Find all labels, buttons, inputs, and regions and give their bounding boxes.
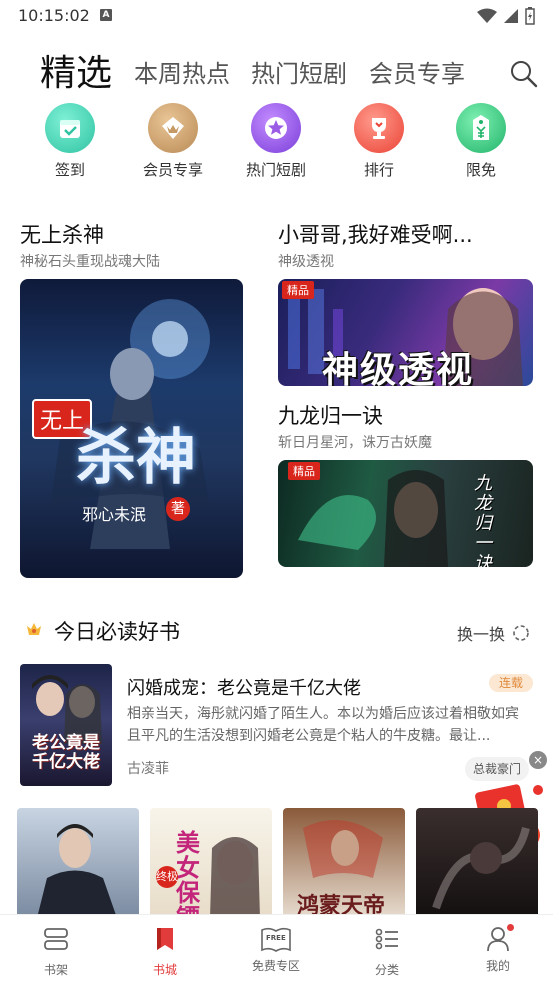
category-label: 排行 [363, 161, 394, 179]
cover-title: 杀神 [76, 423, 196, 493]
cover-author: 邪心未泯 [82, 505, 147, 524]
cover-title: 美女保镖 [176, 828, 200, 918]
trophy-icon [354, 103, 404, 153]
nav-label: 书城 [152, 963, 177, 977]
cover-title: 神级透视 [322, 350, 475, 386]
featured-right1-title[interactable]: 小哥哥,我好难受啊... [278, 219, 473, 249]
category-ranking[interactable]: 排行 [339, 103, 419, 180]
wifi-icon [477, 8, 497, 23]
notification-icon: A [100, 9, 112, 21]
featured-left-title[interactable]: 无上杀神 [20, 219, 104, 249]
nav-profile[interactable]: 我的 [458, 924, 538, 974]
bookstore-icon [157, 928, 173, 950]
category-label: 会员专享 [142, 161, 203, 179]
status-badge: 连载 [489, 674, 533, 692]
category-label: 限免 [465, 161, 496, 179]
crown-icon [148, 103, 198, 153]
nav-category[interactable]: 分类 [347, 925, 427, 978]
nav-label: 分类 [374, 963, 399, 977]
category-row: 签到 会员专享 热门短剧 排行 限免 [0, 103, 553, 183]
notification-dot [507, 924, 514, 931]
nav-label: 免费专区 [251, 959, 300, 973]
featured-left-subtitle: 神秘石头重现战魂大陆 [20, 254, 160, 270]
search-icon[interactable] [508, 58, 540, 90]
section-title: 今日必读好书 [54, 620, 180, 644]
featured-right2-cover[interactable]: 精品 九龙归一诀 [278, 460, 533, 567]
nav-bookstore[interactable]: 书城 [125, 925, 205, 978]
cover-artwork [432, 826, 530, 910]
nav-label: 我的 [485, 959, 510, 973]
category-list-icon [375, 928, 398, 950]
refresh-label: 换一换 [457, 625, 506, 644]
list-book-description: 相亲当天，海彤就闪婚了陌生人。本以为婚后应该过着相敬如宾且平凡的生活没想到闪婚老… [127, 706, 519, 744]
star-icon [251, 103, 301, 153]
nav-label: 书架 [43, 963, 68, 977]
premium-badge: 精品 [282, 281, 314, 299]
tab-vip[interactable]: 会员专享 [369, 54, 465, 89]
list-book-cover[interactable]: 老公竟是千亿大佬 [20, 664, 112, 786]
cover-artwork [37, 824, 117, 918]
refresh-icon [513, 625, 529, 641]
close-icon[interactable]: × [529, 751, 547, 769]
premium-badge: 精品 [288, 462, 320, 480]
category-vip[interactable]: 会员专享 [133, 103, 213, 180]
list-book-author: 古凌菲 [127, 761, 169, 777]
genre-tag: 总裁豪门 [465, 757, 530, 781]
status-icons [477, 7, 535, 25]
crown-icon [27, 623, 41, 635]
bookshelf-icon [44, 928, 68, 950]
cover-subtitle: 终极 [156, 866, 178, 888]
row-book-cover[interactable]: 鸿蒙天帝 [283, 808, 405, 918]
row-book-cover[interactable] [416, 808, 538, 918]
cover-title: 九龙归一诀 [474, 473, 492, 568]
top-tabs: 精选 本周热点 热门短剧 会员专享 [0, 36, 553, 98]
tab-weekly-hot[interactable]: 本周热点 [134, 54, 230, 89]
tab-featured[interactable]: 精选 [40, 44, 112, 96]
bottom-nav: 书架 书城 FREE 免费专区 分类 我的 [0, 914, 553, 984]
cover-author-mark: 著 [166, 497, 190, 521]
status-bar: 10:15:02 A [0, 0, 553, 34]
featured-right2-subtitle: 斩日月星河，诛万古妖魔 [278, 435, 432, 451]
list-book-title[interactable]: 闪婚成宠：老公竟是千亿大佬 [127, 674, 361, 700]
row-book-cover[interactable] [17, 808, 139, 918]
featured-right1-subtitle: 神级透视 [278, 254, 334, 270]
featured-right1-cover[interactable]: 精品 神级透视 [278, 279, 533, 386]
featured-right2-title[interactable]: 九龙归一诀 [278, 400, 383, 430]
free-book-icon: FREE [260, 925, 292, 953]
nav-bookshelf[interactable]: 书架 [16, 925, 96, 978]
category-label: 签到 [54, 161, 85, 179]
tab-hot-drama[interactable]: 热门短剧 [251, 54, 347, 89]
refresh-button[interactable]: 换一换 [457, 621, 531, 645]
row-book-cover[interactable]: 美女保镖 终极 [150, 808, 272, 918]
battery-icon [525, 7, 535, 25]
category-free[interactable]: 限免 [441, 103, 521, 180]
free-tag-icon [456, 103, 506, 153]
category-checkin[interactable]: 签到 [30, 103, 110, 180]
category-label: 热门短剧 [245, 161, 306, 179]
category-drama[interactable]: 热门短剧 [236, 103, 316, 180]
status-time: 10:15:02 [18, 6, 90, 25]
cover-title: 老公竟是千亿大佬 [32, 733, 100, 772]
tabs-fade [481, 54, 511, 94]
calendar-icon [45, 103, 95, 153]
free-label: FREE [266, 934, 286, 942]
signal-icon [504, 9, 518, 23]
nav-free-zone[interactable]: FREE 免费专区 [236, 925, 316, 974]
cover-artwork [210, 837, 260, 918]
profile-icon [484, 924, 514, 953]
featured-left-cover[interactable]: 无上 杀神 邪心未泯 著 [20, 279, 243, 578]
